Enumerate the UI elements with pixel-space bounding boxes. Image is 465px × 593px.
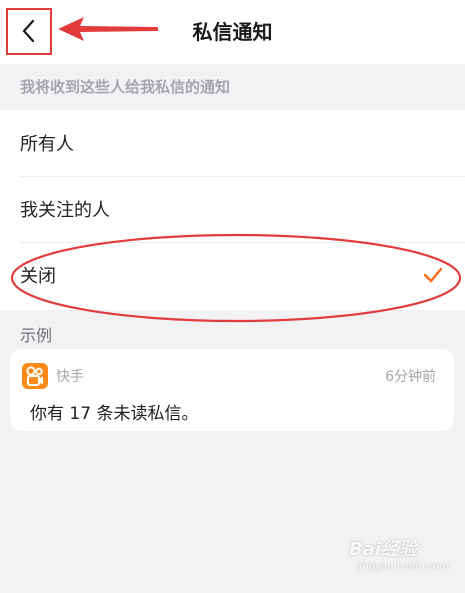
notification-message: 你有 17 条未读私信。	[30, 404, 199, 424]
notification-preview-card: 快手 6分钟前 你有 17 条未读私信。	[10, 349, 454, 431]
option-everyone[interactable]: 所有人	[0, 110, 465, 176]
watermark: Bai经验 jingyan.baidu.com	[349, 535, 449, 579]
option-label: 所有人	[20, 134, 74, 155]
notification-time: 6分钟前	[385, 369, 436, 385]
checkmark-icon	[423, 267, 443, 283]
option-list: 所有人 我关注的人 关闭	[0, 110, 465, 310]
watermark-sub: jingyan.baidu.com	[357, 561, 450, 572]
section-hint: 我将收到这些人给我私信的通知	[20, 78, 231, 96]
example-label: 示例	[20, 326, 53, 345]
kuaishou-logo-icon	[22, 363, 48, 389]
page: 私信通知 我将收到这些人给我私信的通知 所有人 我关注的人 关闭 示例 快手 6…	[0, 0, 465, 593]
back-button[interactable]	[6, 8, 52, 54]
page-title: 私信通知	[192, 20, 273, 44]
chevron-left-icon	[22, 19, 35, 43]
watermark-text: Bai经验	[349, 539, 418, 560]
app-name: 快手	[56, 369, 84, 385]
option-off[interactable]: 关闭	[0, 242, 465, 308]
option-label: 关闭	[20, 266, 56, 287]
option-following[interactable]: 我关注的人	[0, 176, 465, 242]
nav-bar: 私信通知	[0, 0, 465, 64]
option-label: 我关注的人	[20, 200, 110, 221]
